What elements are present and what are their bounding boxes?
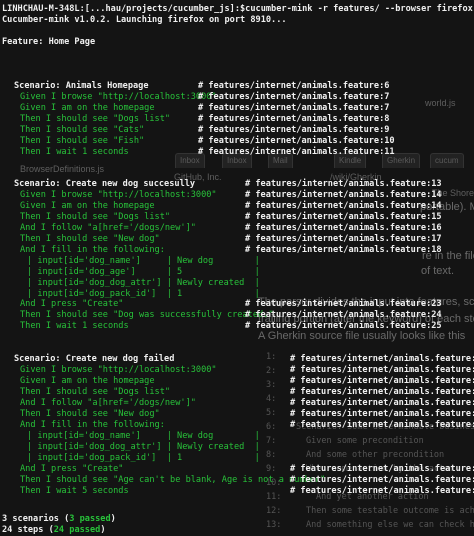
summary-text: 24 steps ( <box>2 525 54 535</box>
step: And I fill in the following: <box>20 420 165 430</box>
table-row: | input[id='dog_dog_attr'] | Newly creat… <box>27 278 260 288</box>
step: Then I should see "Fish" <box>20 136 145 146</box>
step: And I fill in the following: <box>20 245 165 255</box>
scenario-title: Scenario: Create new dog succesully <box>14 179 196 189</box>
step: Given I am on the homepage <box>20 103 155 113</box>
page-text: of text. <box>421 265 455 277</box>
line-number: 13: <box>266 520 282 530</box>
line-number: 2: <box>266 366 277 376</box>
step-ref: # features/internet/animals.feature:11 <box>198 147 395 157</box>
step-ref: # features/internet/animals.feature:28 <box>290 365 474 375</box>
table-row: | input[id='dog_name'] | New dog | <box>27 431 260 441</box>
scenario-ref: # features/internet/animals.feature:27 <box>290 354 474 364</box>
step: Given I am on the homepage <box>20 376 155 386</box>
line-number: 7: <box>266 436 277 446</box>
step: And I press "Create" <box>20 464 124 474</box>
step: And I follow "a[href='/dogs/new']" <box>20 223 196 233</box>
step: And I press "Create" <box>20 299 124 309</box>
table-row: | input[id='dog_age'] | 5 | <box>27 267 260 277</box>
code-line: And something else we can check h <box>306 520 474 530</box>
line-number: 8: <box>266 450 277 460</box>
summary-steps: 24 steps (24 passed) <box>2 525 106 535</box>
step-ref: # features/internet/animals.feature:37 <box>290 475 474 485</box>
page-text: A Gherkin source file usually looks like… <box>258 330 466 342</box>
line-number: 5: <box>266 408 277 418</box>
step: Then I should see "Dogs list" <box>20 212 171 222</box>
banner: Cucumber-mink v1.0.2. Launching firefox … <box>2 15 287 25</box>
step: Given I am on the homepage <box>20 201 155 211</box>
step-ref: # features/internet/animals.feature:15 <box>245 212 442 222</box>
passed-count: 24 passed <box>53 525 101 535</box>
table-row: | input[id='dog_name'] | New dog | <box>27 256 260 266</box>
code-line: And some other precondition <box>306 450 445 460</box>
scenario-ref: # features/internet/animals.feature:13 <box>245 179 442 189</box>
step-ref: # features/internet/animals.feature:23 <box>245 299 442 309</box>
step-ref: # features/internet/animals.feature:7 <box>198 103 390 113</box>
line-number: 11: <box>266 492 282 502</box>
scenario-title: Scenario: Animals Homepage <box>14 81 149 91</box>
step-ref: # features/internet/animals.feature:30 <box>290 398 474 408</box>
step-ref: # features/internet/animals.feature:9 <box>198 125 390 135</box>
table-row: | input[id='dog_pack_id'] | 1 | <box>27 289 260 299</box>
step: Then I should see "Cats" <box>20 125 145 135</box>
line-number: 4: <box>266 394 277 404</box>
prompt-line: LINHCHAU-M-348L:[...hau/projects/cucumbe… <box>2 4 473 14</box>
table-row: | input[id='dog_pack_id'] | 1 | <box>27 453 260 463</box>
step-ref: # features/internet/animals.feature:31 <box>290 409 474 419</box>
step-ref: # features/internet/animals.feature:28 <box>290 376 474 386</box>
command: $cucumber-mink -r features/ --browser fi… <box>240 4 473 14</box>
browser-tab: cucum <box>430 153 464 168</box>
step-ref: # features/internet/animals.feature:38 <box>290 486 474 496</box>
passed-count: 3 passed <box>69 514 111 524</box>
step-ref: # features/internet/animals.feature:17 <box>245 234 442 244</box>
step: Then I should see "Age can't be blank, A… <box>20 475 326 485</box>
feature-line: Feature: Home Page <box>2 37 96 47</box>
step: Then I should see "New dog" <box>20 234 160 244</box>
scenario-title: Scenario: Create new dog failed <box>14 354 175 364</box>
step-ref: # features/internet/animals.feature:24 <box>245 310 442 320</box>
line-number: 6: <box>266 422 277 432</box>
step: Then I should see "Dog was successfully … <box>20 310 274 320</box>
step-ref: # features/internet/animals.feature:29 <box>290 387 474 397</box>
sidebar-file: BrowserDefinitions.js <box>20 164 105 174</box>
step-ref: # features/internet/animals.feature:8 <box>198 114 390 124</box>
step: Then I wait 5 seconds <box>20 486 129 496</box>
step-ref: # features/internet/animals.feature:32 <box>290 420 474 430</box>
step: And I follow "a[href='/dogs/new']" <box>20 398 196 408</box>
step-ref: # features/internet/animals.feature:10 <box>198 136 395 146</box>
summary-text: ) <box>100 525 106 535</box>
prompt-host: LINHCHAU-M-348L <box>2 4 80 14</box>
summary-text: 3 scenarios ( <box>2 514 70 524</box>
step: Given I browse "http://localhost:3000" <box>20 92 217 102</box>
step: Given I browse "http://localhost:3000" <box>20 190 217 200</box>
code-line: Then some testable outcome is achi <box>306 506 474 516</box>
step: Then I should see "Dogs list" <box>20 387 171 397</box>
table-row: | input[id='dog_dog_attr'] | Newly creat… <box>27 442 260 452</box>
step: Given I browse "http://localhost:3000" <box>20 365 217 375</box>
step: Then I wait 1 seconds <box>20 321 129 331</box>
step: Then I should see "Dogs list" <box>20 114 171 124</box>
scenario-ref: # features/internet/animals.feature:6 <box>198 81 390 91</box>
line-number: 9: <box>266 464 277 474</box>
step-ref: # features/internet/animals.feature:7 <box>198 92 390 102</box>
step-ref: # features/internet/animals.feature:36 <box>290 464 474 474</box>
summary-scenarios: 3 scenarios (3 passed) <box>2 514 116 524</box>
line-number: 3: <box>266 380 277 390</box>
step: Then I should see "New dog" <box>20 409 160 419</box>
line-number: 1: <box>266 352 277 362</box>
editor-tab: world.js <box>425 98 456 108</box>
step: Then I wait 1 seconds <box>20 147 129 157</box>
step-ref: # features/internet/animals.feature:16 <box>245 223 442 233</box>
prompt-path: :[...hau/projects/cucumber_js]: <box>79 4 240 14</box>
step-ref: # features/internet/animals.feature:18 <box>245 245 442 255</box>
code-line: Given some precondition <box>306 436 424 446</box>
line-number: 12: <box>266 506 282 516</box>
step-ref: # features/internet/animals.feature:25 <box>245 321 442 331</box>
step-ref: # features/internet/animals.feature:14 <box>245 201 442 211</box>
step-ref: # features/internet/animals.feature:14 <box>245 190 442 200</box>
summary-text: ) <box>110 514 116 524</box>
